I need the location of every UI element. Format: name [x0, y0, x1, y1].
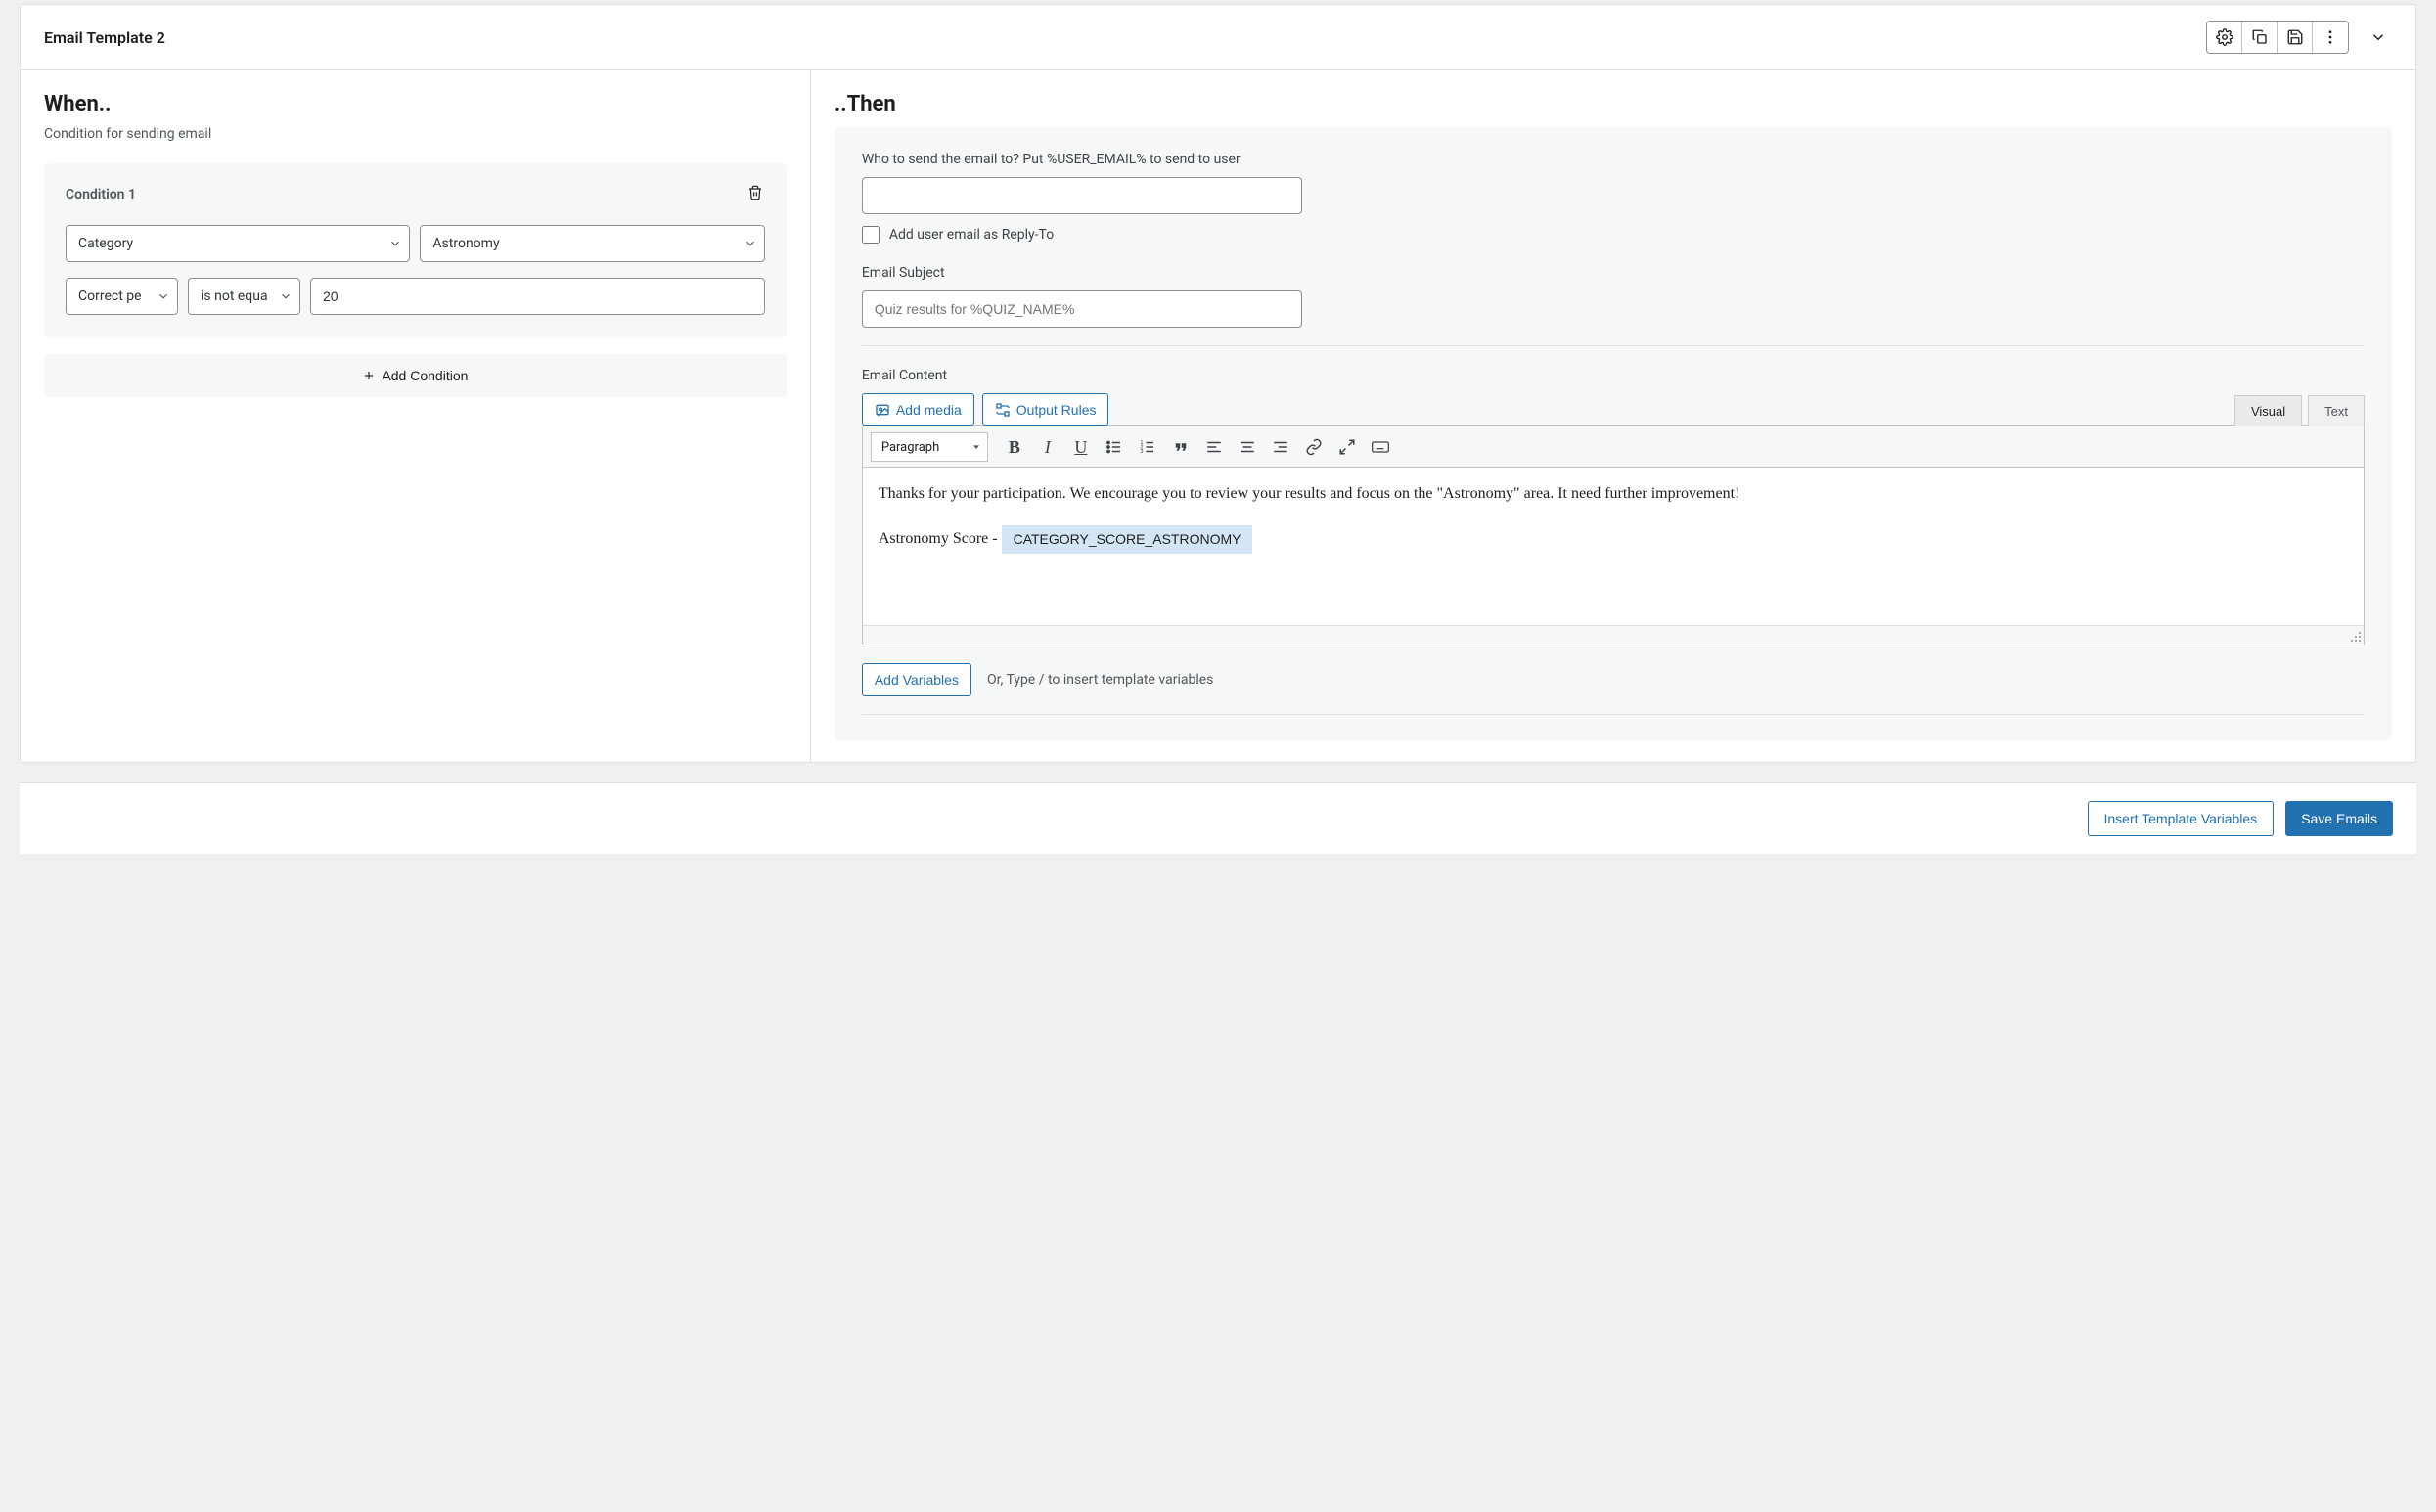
save-emails-button[interactable]: Save Emails: [2285, 801, 2393, 836]
trash-icon: [747, 185, 763, 200]
header-icon-group: [2206, 21, 2349, 54]
copy-icon: [2251, 28, 2269, 46]
keyboard-icon: [1371, 437, 1390, 457]
editor: Paragraph B I U 123: [862, 425, 2365, 645]
italic-button[interactable]: I: [1033, 432, 1062, 462]
to-input[interactable]: [862, 177, 1302, 214]
condition-value-select[interactable]: Astronomy: [420, 225, 764, 262]
fullscreen-button[interactable]: [1332, 432, 1362, 462]
bullet-list-button[interactable]: [1100, 432, 1129, 462]
copy-button[interactable]: [2242, 22, 2278, 53]
media-icon: [875, 402, 890, 418]
link-icon: [1305, 438, 1323, 456]
tab-text[interactable]: Text: [2308, 395, 2365, 426]
then-card: Who to send the email to? Put %USER_EMAI…: [835, 126, 2392, 740]
content-label: Email Content: [862, 368, 2365, 383]
fullscreen-icon: [1338, 438, 1356, 456]
link-button[interactable]: [1299, 432, 1329, 462]
when-title: When..: [44, 92, 787, 116]
editor-text: Astronomy Score -: [879, 530, 1002, 547]
editor-paragraph: Astronomy Score - CATEGORY_SCORE_ASTRONO…: [879, 525, 2348, 554]
align-left-button[interactable]: [1199, 432, 1229, 462]
align-right-button[interactable]: [1266, 432, 1295, 462]
bullet-list-icon: [1105, 438, 1123, 456]
footer-bar: Insert Template Variables Save Emails: [20, 782, 2416, 854]
variables-hint: Or, Type / to insert template variables: [987, 672, 1213, 688]
divider: [862, 714, 2365, 715]
delete-condition-button[interactable]: [745, 183, 765, 205]
condition-field-select[interactable]: Category: [66, 225, 410, 262]
condition-operator-select[interactable]: is not equa: [188, 278, 300, 315]
align-right-icon: [1272, 438, 1289, 456]
header-bar: Email Template 2: [21, 5, 2415, 70]
tab-visual[interactable]: Visual: [2234, 395, 2302, 426]
reply-to-checkbox[interactable]: [862, 226, 880, 244]
add-condition-label: Add Condition: [382, 368, 468, 383]
format-value: Paragraph: [881, 440, 939, 455]
quote-icon: [1172, 438, 1190, 456]
gear-icon: [2216, 28, 2233, 46]
editor-paragraph: Thanks for your participation. We encour…: [879, 482, 2348, 506]
save-button[interactable]: [2278, 22, 2313, 53]
output-rules-label: Output Rules: [1016, 402, 1097, 418]
align-center-button[interactable]: [1233, 432, 1262, 462]
add-variables-label: Add Variables: [875, 672, 959, 688]
dropdown-icon: [971, 442, 981, 452]
variable-token[interactable]: CATEGORY_SCORE_ASTRONOMY: [1002, 525, 1253, 554]
subject-input[interactable]: [862, 290, 1302, 328]
when-panel: When.. Condition for sending email Condi…: [21, 70, 811, 762]
more-vertical-icon: [2322, 28, 2339, 46]
add-media-label: Add media: [896, 402, 962, 418]
editor-body[interactable]: Thanks for your participation. We encour…: [863, 468, 2364, 625]
svg-text:3: 3: [1140, 449, 1143, 455]
insert-template-variables-button[interactable]: Insert Template Variables: [2088, 801, 2275, 836]
chevron-down-icon: [2369, 28, 2387, 46]
condition-card: Condition 1 Category Astronomy: [44, 163, 787, 338]
align-center-icon: [1239, 438, 1256, 456]
format-select[interactable]: Paragraph: [871, 432, 988, 462]
underline-button[interactable]: U: [1066, 432, 1096, 462]
divider: [862, 345, 2365, 346]
then-title: ..Then: [835, 92, 2392, 116]
numbered-list-button[interactable]: 123: [1133, 432, 1162, 462]
to-label: Who to send the email to? Put %USER_EMAI…: [862, 152, 2365, 167]
condition-threshold-input[interactable]: [310, 278, 765, 315]
condition-metric-select[interactable]: Correct pe: [66, 278, 178, 315]
settings-button[interactable]: [2207, 22, 2242, 53]
condition-operator-value: is not equa: [188, 278, 300, 315]
add-media-button[interactable]: Add media: [862, 393, 974, 426]
condition-value-value: Astronomy: [420, 225, 764, 262]
when-subtitle: Condition for sending email: [44, 126, 787, 142]
keyboard-button[interactable]: [1366, 432, 1395, 462]
page-title: Email Template 2: [44, 28, 165, 47]
align-left-icon: [1205, 438, 1223, 456]
plus-icon: [362, 369, 376, 382]
blockquote-button[interactable]: [1166, 432, 1195, 462]
condition-label: Condition 1: [66, 187, 136, 202]
output-rules-button[interactable]: Output Rules: [982, 393, 1109, 426]
condition-metric-value: Correct pe: [66, 278, 178, 315]
bold-button[interactable]: B: [1000, 432, 1029, 462]
condition-field-value: Category: [66, 225, 410, 262]
reply-to-label: Add user email as Reply-To: [889, 227, 1054, 243]
subject-label: Email Subject: [862, 265, 2365, 281]
save-icon: [2286, 28, 2304, 46]
collapse-button[interactable]: [2365, 23, 2392, 51]
editor-statusbar: [863, 625, 2364, 645]
editor-toolbar: Paragraph B I U 123: [863, 426, 2364, 468]
header-actions: [2206, 21, 2392, 54]
then-panel: ..Then Who to send the email to? Put %US…: [811, 70, 2415, 762]
numbered-list-icon: 123: [1139, 438, 1156, 456]
resize-handle-icon[interactable]: [2350, 631, 2362, 643]
add-variables-button[interactable]: Add Variables: [862, 663, 971, 696]
rules-icon: [995, 402, 1011, 418]
more-button[interactable]: [2313, 22, 2348, 53]
add-condition-button[interactable]: Add Condition: [44, 354, 787, 397]
